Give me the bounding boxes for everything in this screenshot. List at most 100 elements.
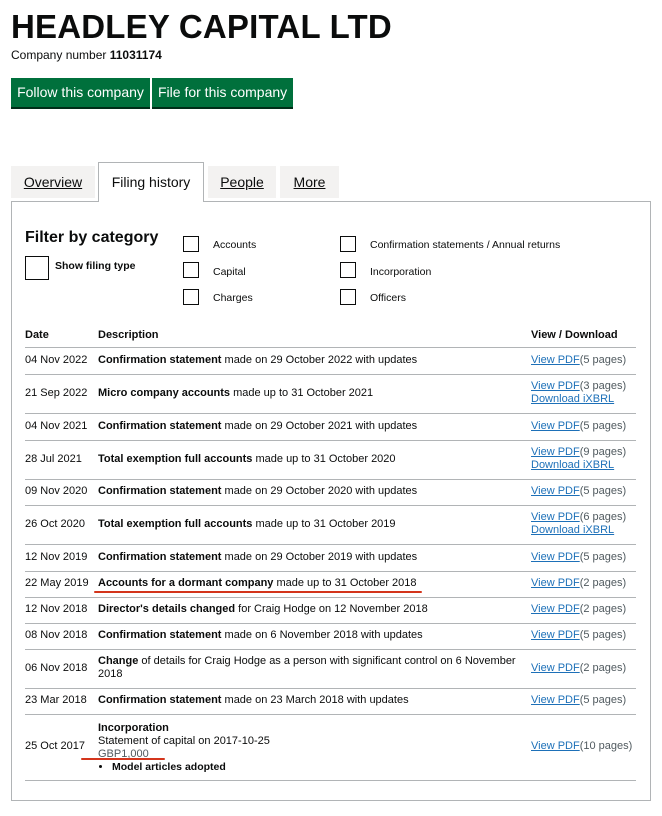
filing-description: Confirmation statement made on 6 Novembe… bbox=[98, 629, 518, 642]
download-ixbrl-link[interactable]: Download iXBRL bbox=[531, 393, 614, 405]
accounts-checkbox[interactable] bbox=[183, 236, 199, 252]
filing-detail: made on 23 March 2018 with updates bbox=[221, 694, 409, 706]
filing-date: 04 Nov 2022 bbox=[25, 353, 88, 366]
view-pdf-link[interactable]: View PDF bbox=[531, 511, 580, 523]
company-number-label: Company number bbox=[11, 48, 107, 62]
filing-type: Change bbox=[98, 655, 139, 667]
company-number: Company number 11031174 bbox=[11, 48, 162, 62]
view-pdf-link[interactable]: View PDF bbox=[531, 694, 580, 706]
incorporation-checkbox[interactable] bbox=[340, 262, 356, 278]
filing-type: Confirmation statement bbox=[98, 550, 222, 563]
row-divider bbox=[25, 688, 636, 689]
filing-type: Confirmation statement bbox=[98, 419, 222, 432]
dormant-accounts-highlight bbox=[94, 591, 422, 593]
filing-type: Director's details changed bbox=[98, 603, 236, 615]
filing-date: 12 Nov 2019 bbox=[25, 550, 88, 563]
accounts-label: Accounts bbox=[213, 239, 257, 251]
filing-description: Micro company accounts made up to 31 Oct… bbox=[98, 387, 518, 400]
row-divider bbox=[25, 413, 636, 414]
row-divider bbox=[25, 544, 636, 545]
view-pdf-link[interactable]: View PDF bbox=[531, 420, 580, 432]
view-pdf-link[interactable]: View PDF bbox=[531, 740, 580, 752]
download-ixbrl-link[interactable]: Download iXBRL bbox=[531, 459, 614, 471]
tab-overview[interactable]: Overview bbox=[11, 166, 95, 198]
view-pdf-link[interactable]: View PDF bbox=[531, 662, 580, 674]
view-pdf-link[interactable]: View PDF bbox=[531, 380, 580, 392]
filing-detail: made up to 31 October 2019 bbox=[252, 517, 396, 530]
tab-people[interactable]: People bbox=[208, 166, 276, 198]
filing-history-panel bbox=[11, 201, 651, 801]
officers-label: Officers bbox=[370, 292, 406, 304]
view-pdf-link[interactable]: View PDF bbox=[531, 603, 580, 615]
company-name: HEADLEY CAPITAL LTD bbox=[11, 8, 392, 45]
row-divider bbox=[25, 623, 636, 624]
filing-description: Confirmation statement made on 29 Octobe… bbox=[98, 354, 518, 367]
filing-detail: made up to 31 October 2021 bbox=[230, 386, 374, 399]
row-divider bbox=[25, 479, 636, 480]
view-pdf-link[interactable]: View PDF bbox=[531, 485, 580, 497]
filing-type: Confirmation statement bbox=[98, 694, 222, 706]
capital-checkbox[interactable] bbox=[183, 262, 199, 278]
download-ixbrl-link[interactable]: Download iXBRL bbox=[531, 524, 614, 536]
row-divider bbox=[25, 571, 636, 572]
filing-type: Confirmation statement bbox=[98, 353, 222, 366]
row-divider bbox=[25, 597, 636, 598]
filing-type: Total exemption full accounts bbox=[98, 517, 253, 530]
follow-company-button[interactable]: Follow this company bbox=[11, 78, 150, 107]
tab-more[interactable]: More bbox=[280, 166, 339, 198]
filing-type: Confirmation statement bbox=[98, 629, 222, 641]
page-count: (10 pages) bbox=[579, 740, 633, 752]
filing-type: Micro company accounts bbox=[98, 386, 231, 399]
officers-checkbox[interactable] bbox=[340, 289, 356, 305]
incorporation-description: Incorporation Statement of capital on 20… bbox=[98, 722, 518, 774]
page-count: (5 pages) bbox=[579, 550, 627, 563]
filing-detail: made up to 31 October 2018 bbox=[273, 577, 417, 589]
page-count: (2 pages) bbox=[579, 661, 627, 674]
filing-description: Change of details for Craig Hodge as a p… bbox=[98, 655, 518, 681]
description-header: Description bbox=[98, 329, 159, 341]
view-download-cell: View PDF(5 pages) bbox=[531, 354, 641, 367]
filing-type: Confirmation statement bbox=[98, 485, 222, 497]
filing-detail: made on 29 October 2019 with updates bbox=[221, 550, 418, 563]
charges-checkbox[interactable] bbox=[183, 289, 199, 305]
filing-description: Confirmation statement made on 23 March … bbox=[98, 694, 518, 707]
filing-date: 08 Nov 2018 bbox=[25, 629, 88, 641]
view-download-cell: View PDF(5 pages) bbox=[531, 629, 641, 642]
view-pdf-link[interactable]: View PDF bbox=[531, 577, 580, 589]
view-download-cell: View PDF(10 pages) bbox=[531, 740, 641, 753]
page-count: (2 pages) bbox=[579, 577, 627, 589]
filing-detail: of details for Craig Hodge as a person w… bbox=[98, 655, 516, 680]
view-pdf-link[interactable]: View PDF bbox=[531, 354, 580, 366]
date-header: Date bbox=[25, 329, 49, 341]
filing-type: Accounts for a dormant company bbox=[98, 577, 274, 589]
filing-description: Confirmation statement made on 29 Octobe… bbox=[98, 485, 518, 498]
filing-description: Accounts for a dormant company made up t… bbox=[98, 577, 518, 590]
view-download-cell: View PDF(6 pages) Download iXBRL bbox=[531, 511, 641, 537]
filing-date: 06 Nov 2018 bbox=[25, 661, 88, 674]
statement-of-capital: Statement of capital on 2017-10-25 bbox=[98, 735, 270, 747]
tab-filing-history[interactable]: Filing history bbox=[98, 162, 204, 202]
view-download-cell: View PDF(5 pages) bbox=[531, 694, 641, 707]
show-filing-type-checkbox[interactable] bbox=[25, 256, 49, 280]
capital-label: Capital bbox=[213, 266, 246, 278]
file-for-company-button[interactable]: File for this company bbox=[152, 78, 293, 107]
filing-date: 26 Oct 2020 bbox=[25, 517, 85, 530]
view-download-cell: View PDF(5 pages) bbox=[531, 485, 641, 498]
incorporation-bullets: Model articles adopted bbox=[98, 761, 518, 774]
filing-detail: made on 6 November 2018 with updates bbox=[221, 629, 423, 641]
view-pdf-link[interactable]: View PDF bbox=[531, 551, 580, 563]
page-count: (5 pages) bbox=[579, 353, 627, 366]
filing-detail: made up to 31 October 2020 bbox=[252, 452, 396, 465]
show-filing-type-label: Show filing type bbox=[55, 260, 136, 272]
filing-date: 21 Sep 2022 bbox=[25, 386, 88, 399]
filing-date: 28 Jul 2021 bbox=[25, 452, 82, 465]
view-download-cell: View PDF(5 pages) bbox=[531, 420, 641, 433]
incorporation-title: Incorporation bbox=[98, 722, 169, 734]
view-pdf-link[interactable]: View PDF bbox=[531, 446, 580, 458]
confirmation-statements-checkbox[interactable] bbox=[340, 236, 356, 252]
filing-description: Director's details changed for Craig Hod… bbox=[98, 603, 518, 616]
company-number-value: 11031174 bbox=[109, 48, 162, 62]
row-divider bbox=[25, 505, 636, 506]
page-count: (5 pages) bbox=[579, 694, 627, 706]
view-pdf-link[interactable]: View PDF bbox=[531, 629, 580, 641]
